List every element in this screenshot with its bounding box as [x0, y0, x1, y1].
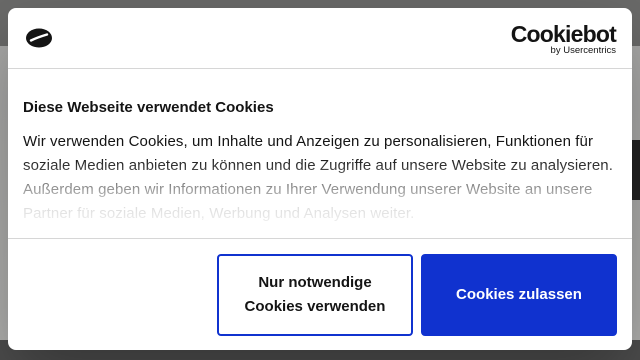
dialog-body-text: Wir verwenden Cookies, um Inhalte und An…	[23, 133, 613, 222]
allow-cookies-button[interactable]: Cookies zulassen	[421, 254, 617, 336]
cookie-consent-dialog: Cookiebot by Usercentrics Diese Webseite…	[8, 8, 632, 350]
dialog-header: Cookiebot by Usercentrics	[8, 8, 632, 69]
use-necessary-cookies-button[interactable]: Nur notwendige Cookies verwenden	[217, 254, 413, 336]
dialog-content: Diese Webseite verwendet Cookies Wir ver…	[23, 88, 617, 238]
cookiebot-logo[interactable]: Cookiebot by Usercentrics	[510, 21, 617, 56]
dialog-title: Diese Webseite verwendet Cookies	[23, 99, 274, 116]
brand-name: Cookiebot	[510, 21, 617, 47]
cookie-icon[interactable]	[24, 26, 54, 50]
footer-divider	[8, 238, 632, 239]
